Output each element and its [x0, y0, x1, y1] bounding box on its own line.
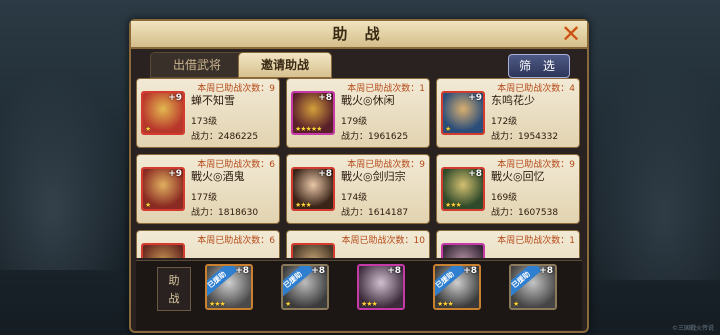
star-rank: ★ [513, 300, 519, 308]
assist-slot[interactable]: 已援助 +8 ★★★ [433, 264, 481, 310]
portrait-art [143, 245, 183, 258]
star-rank: ★ [285, 300, 291, 308]
player-name: 戰火◎酒鬼 [191, 170, 245, 183]
friend-card-grid[interactable]: 本周已助战次数：9 +9 ★ 蝉不知雪 173级 战力：2486225 本周已助战次数：1 +… [136, 78, 584, 258]
player-name: 戰火◎回忆 [491, 170, 545, 183]
star-rank: ★★★ [295, 201, 312, 209]
player-power: 战力：1614187 [341, 208, 409, 218]
friend-card[interactable]: 本周已助战次数：1 +8 ★★★★★ 戰火◎休闲 179级 战力：1961625 [286, 78, 430, 148]
close-icon[interactable]: ✕ [559, 22, 583, 46]
player-level: 179级 [341, 117, 368, 127]
general-portrait: +9 ★ [141, 91, 185, 135]
star-rank: ★ [145, 201, 151, 209]
enhance-level: +8 [318, 169, 332, 179]
general-portrait: +8 ★★★★★ [291, 91, 335, 135]
player-level: 177级 [191, 193, 218, 203]
player-level: 174级 [341, 193, 368, 203]
dialog-title: 助 战 [131, 21, 587, 49]
player-level: 169级 [491, 193, 518, 203]
enhance-level: +8 [539, 266, 553, 276]
enhance-level: +9 [168, 169, 182, 179]
background-ship-left [0, 70, 130, 270]
enhance-level: +8 [318, 93, 332, 103]
general-portrait: +9 ★ [141, 167, 185, 211]
enhance-level: +8 [235, 266, 249, 276]
general-portrait [441, 243, 485, 258]
star-rank: ★★★ [437, 300, 454, 308]
tab-invite-assist[interactable]: 邀请助战 [238, 52, 332, 78]
star-rank: ★★★ [445, 201, 462, 209]
player-power: 战力：1954332 [491, 132, 559, 142]
assist-slot[interactable]: 已援助 +8 ★ [281, 264, 329, 310]
general-portrait [291, 243, 335, 258]
player-power: 战力：1607538 [491, 208, 559, 218]
enhance-level: +8 [387, 266, 401, 276]
assist-dialog: 助 战 ✕ 出借武将 邀请助战 筛 选 本周已助战次数：9 +9 ★ 蝉不知雪 173级… [129, 19, 589, 333]
star-rank: ★★★ [209, 300, 226, 308]
tab-lend-generals[interactable]: 出借武将 [150, 52, 244, 78]
friend-card[interactable]: 本周已助战次数：4 +9 ★ 东鸣花少 172级 战力：1954332 [436, 78, 580, 148]
assist-slot-bar: 助 战 已援助 +8 ★★★ 已援助 +8 ★ +8 ★★★ 已援助 +8 ★★★ 已援助 +8 ★ [136, 260, 582, 330]
weekly-assist-count: 本周已助战次数：6 [197, 236, 275, 246]
player-power: 战力：1818630 [191, 208, 259, 218]
weekly-assist-count: 本周已助战次数：10 [341, 236, 425, 246]
player-name: 戰火◎剑归宗 [341, 170, 406, 183]
assist-slot[interactable]: 已援助 +8 ★ [509, 264, 557, 310]
player-name: 蝉不知雪 [191, 94, 235, 107]
filter-button[interactable]: 筛 选 [508, 54, 570, 78]
enhance-level: +8 [463, 266, 477, 276]
star-rank: ★ [445, 125, 451, 133]
portrait-art [293, 245, 333, 258]
weekly-assist-count: 本周已助战次数：1 [497, 236, 575, 246]
enhance-level: +9 [168, 93, 182, 103]
friend-card[interactable]: 本周已助战次数：6 [136, 230, 280, 258]
friend-card[interactable]: 本周已助战次数：9 +8 ★★★ 戰火◎回忆 169级 战力：1607538 [436, 154, 580, 224]
friend-card[interactable]: 本周已助战次数：9 +8 ★★★ 戰火◎剑归宗 174级 战力：1614187 [286, 154, 430, 224]
portrait-art [443, 245, 483, 258]
player-name: 戰火◎休闲 [341, 94, 395, 107]
general-portrait [141, 243, 185, 258]
player-level: 173级 [191, 117, 218, 127]
copyright-watermark: ©三国戰火传说 [671, 325, 714, 332]
assist-label-bottom: 战 [168, 292, 180, 305]
player-level: 172级 [491, 117, 518, 127]
friend-card[interactable]: 本周已助战次数：6 +9 ★ 戰火◎酒鬼 177级 战力：1818630 [136, 154, 280, 224]
enhance-level: +8 [468, 169, 482, 179]
enhance-level: +8 [311, 266, 325, 276]
friend-card[interactable]: 本周已助战次数：10 [286, 230, 430, 258]
general-portrait: +9 ★ [441, 91, 485, 135]
assist-label-top: 助 [168, 274, 180, 287]
friend-card[interactable]: 本周已助战次数：1 [436, 230, 580, 258]
background-ship-right [580, 60, 720, 280]
star-rank: ★★★ [361, 300, 378, 308]
player-power: 战力：1961625 [341, 132, 409, 142]
general-portrait: +8 ★★★ [291, 167, 335, 211]
assist-slot[interactable]: 已援助 +8 ★★★ [205, 264, 253, 310]
friend-card[interactable]: 本周已助战次数：9 +9 ★ 蝉不知雪 173级 战力：2486225 [136, 78, 280, 148]
enhance-level: +9 [468, 93, 482, 103]
assist-label-box: 助 战 [157, 267, 191, 311]
player-power: 战力：2486225 [191, 132, 259, 142]
player-name: 东鸣花少 [491, 94, 535, 107]
star-rank: ★★★★★ [295, 125, 322, 133]
assist-slot[interactable]: +8 ★★★ [357, 264, 405, 310]
star-rank: ★ [145, 125, 151, 133]
general-portrait: +8 ★★★ [441, 167, 485, 211]
